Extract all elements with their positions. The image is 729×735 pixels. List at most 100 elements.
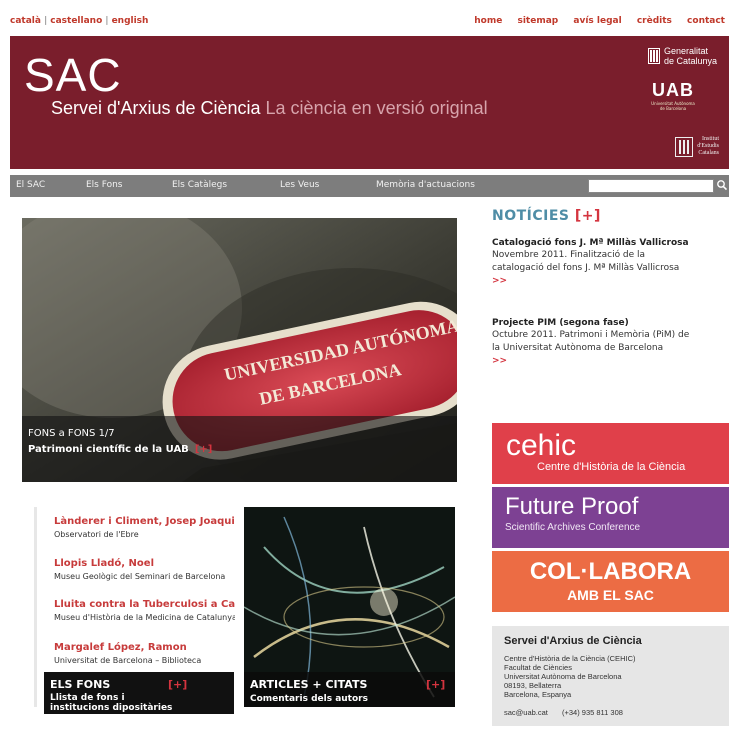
list-item[interactable]: Llopis Lladó, Noel Museu Geològic del Se… xyxy=(54,558,235,581)
els-fons-desc-line1: Llista de fons i xyxy=(50,693,125,703)
cehic-banner[interactable]: cehic Centre d'Història de la Ciència xyxy=(492,423,729,484)
lang-castellano-link[interactable]: castellano xyxy=(50,16,102,26)
contact-address-line: Centre d'Història de la Ciència (CEHIC) xyxy=(504,654,636,663)
site-tagline: Servei d'Arxius de Ciència La ciència en… xyxy=(51,98,488,119)
nav-item-els-cataleg[interactable]: Els Catàlegs xyxy=(172,180,227,190)
cehic-subtitle: Centre d'Història de la Ciència xyxy=(537,461,686,473)
nav-item-els-fons[interactable]: Els Fons xyxy=(86,180,123,190)
iec-logo[interactable]: Institut d'Estudis Catalans xyxy=(675,136,719,157)
search-icon[interactable] xyxy=(716,178,728,192)
contact-address-line: 08193, Bellaterra xyxy=(504,681,562,690)
els-fons-title: ELS FONS xyxy=(50,678,111,691)
generalitat-logo[interactable]: Generalitat de Catalunya xyxy=(647,46,717,66)
news-item: Projecte PIM (segona fase) Octubre 2011.… xyxy=(492,318,729,366)
news-item-body: Octubre 2011. Patrimoni i Memòria (PiM) … xyxy=(492,329,729,355)
articles-box: ARTICLES + CITATS [+] Comentaris dels au… xyxy=(244,672,455,707)
news-item-title[interactable]: Catalogació fons J. Mª Millàs Vallicrosa xyxy=(492,238,729,248)
site-logo[interactable]: SAC xyxy=(24,52,122,98)
list-item[interactable]: Lànderer i Climent, Josep Joaquim Observ… xyxy=(54,516,235,539)
hero-more-link[interactable]: [+] xyxy=(195,444,213,455)
search-input[interactable] xyxy=(588,179,714,193)
fons-institution: Universitat de Barcelona – Biblioteca xyxy=(54,656,202,665)
contact-address-line: Universitat Autònoma de Barcelona xyxy=(504,672,622,681)
articles-title: ARTICLES + CITATS xyxy=(250,678,368,691)
contact-link[interactable]: contact xyxy=(687,16,725,26)
legal-notice-link[interactable]: avís legal xyxy=(573,16,621,26)
iec-line1: Institut xyxy=(701,136,719,142)
news-read-more-link[interactable]: >> xyxy=(492,276,729,286)
news-panel: NOTÍCIES [+] Catalogació fons J. Mª Mill… xyxy=(492,208,729,366)
hero-slideshow[interactable]: UNIVERSIDAD AUTÓNOMA DE BARCELONA FONS a… xyxy=(22,218,457,482)
future-proof-subtitle: Scientific Archives Conference xyxy=(505,522,641,533)
lang-catala-link[interactable]: català xyxy=(10,16,41,26)
fons-institution: Museu d'Història de la Medicina de Catal… xyxy=(54,613,235,622)
contact-heading: Servei d'Arxius de Ciència xyxy=(504,635,642,647)
contact-phone: (+34) 935 811 308 xyxy=(561,708,623,717)
separator: | xyxy=(43,16,48,26)
contact-address-line: Barcelona, Espanya xyxy=(504,690,572,699)
uab-mark: UAB xyxy=(652,80,694,100)
contact-address-line: Facultat de Ciències xyxy=(504,663,572,672)
news-more-link[interactable]: [+] xyxy=(575,208,601,224)
site-banner: SAC Servei d'Arxius de Ciència La ciènci… xyxy=(10,36,729,169)
top-utility-bar: català | castellano | english home sitemap a… xyxy=(0,12,729,32)
uab-name-line2: de Barcelona xyxy=(659,106,687,111)
news-item: Catalogació fons J. Mª Millàs Vallicrosa… xyxy=(492,238,729,286)
utility-links: home sitemap avís legal crèdits contact xyxy=(462,16,725,26)
news-heading-text: NOTÍCIES xyxy=(492,208,570,224)
lang-english-link[interactable]: english xyxy=(112,16,149,26)
articles-panel[interactable]: ARTICLES + CITATS [+] Comentaris dels au… xyxy=(244,507,455,707)
nav-item-el-sac[interactable]: El SAC xyxy=(16,180,45,190)
els-fons-box[interactable]: ELS FONS [+] Llista de fons i institucio… xyxy=(44,672,234,714)
news-item-body: Novembre 2011. Finalització de la catalo… xyxy=(492,249,729,275)
tagline-secondary: La ciència en versió original xyxy=(260,98,488,118)
collabora-banner[interactable]: COL·LABORA AMB EL SAC xyxy=(492,551,729,612)
list-item[interactable]: Lluita contra la Tuberculosi a Catalunya… xyxy=(54,599,235,622)
collabora-title: COL·LABORA xyxy=(529,558,692,585)
main-nav: El SAC Els Fons Els Catàlegs Les Veus Me… xyxy=(10,175,729,197)
news-item-title[interactable]: Projecte PIM (segona fase) xyxy=(492,318,729,328)
generalitat-emblem-icon xyxy=(647,48,660,64)
news-item-body-line: Octubre 2011. Patrimoni i Memòria (PiM) … xyxy=(492,330,690,340)
news-item-body-line: catalogació del fons J. Mª Millàs Vallic… xyxy=(492,263,680,273)
nav-item-memoria[interactable]: Memòria d'actuacions xyxy=(376,180,475,190)
iec-line3: Catalans xyxy=(698,150,719,156)
home-link[interactable]: home xyxy=(474,16,502,26)
fons-name[interactable]: Llopis Lladó, Noel xyxy=(54,558,235,569)
iec-emblem-icon xyxy=(675,136,694,157)
generalitat-line2: de Catalunya xyxy=(663,56,717,66)
generalitat-line1: Generalitat xyxy=(663,46,708,56)
news-item-body-line: Novembre 2011. Finalització de la xyxy=(492,250,646,260)
sitemap-link[interactable]: sitemap xyxy=(517,16,558,26)
fons-name[interactable]: Margalef López, Ramon xyxy=(54,642,235,653)
els-fons-desc-line2: institucions dipositàries xyxy=(50,703,173,713)
articles-desc: Comentaris dels autors xyxy=(250,694,368,704)
credits-link[interactable]: crèdits xyxy=(637,16,672,26)
separator: | xyxy=(105,16,109,26)
articles-more-link[interactable]: [+] xyxy=(426,678,445,691)
list-item[interactable]: Margalef López, Ramon Universitat de Bar… xyxy=(54,642,235,665)
iec-line2: d'Estudis xyxy=(697,143,719,149)
future-proof-title: Future Proof xyxy=(505,493,639,520)
tagline-main: Servei d'Arxius de Ciència xyxy=(51,98,261,118)
fons-name[interactable]: Lànderer i Climent, Josep Joaquim xyxy=(54,516,235,527)
cehic-title: cehic xyxy=(506,429,577,462)
future-proof-banner[interactable]: Future Proof Scientific Archives Confere… xyxy=(492,487,729,548)
news-read-more-link[interactable]: >> xyxy=(492,356,729,366)
contact-email-link[interactable]: sac@uab.cat xyxy=(504,708,548,717)
els-fons-more-link[interactable]: [+] xyxy=(168,678,187,691)
contact-info-line: sac@uab.cat (+34) 935 811 308 xyxy=(504,708,623,717)
hero-caption: FONS a FONS 1/7 Patrimoni científic de l… xyxy=(22,416,457,482)
hero-slide-label: FONS a FONS 1/7 xyxy=(28,428,115,439)
page: català | castellano | english home sitemap a… xyxy=(0,0,729,735)
list-rule xyxy=(34,507,37,707)
hero-title-text[interactable]: Patrimoni científic de la UAB xyxy=(28,444,189,455)
fons-name[interactable]: Lluita contra la Tuberculosi a Catalunya xyxy=(54,599,235,610)
language-switcher: català | castellano | english xyxy=(10,16,148,26)
news-item-body-line: la Universitat Autònoma de Barcelona xyxy=(492,343,664,353)
news-heading: NOTÍCIES [+] xyxy=(492,208,729,224)
contact-box: Servei d'Arxius de Ciència Centre d'Hist… xyxy=(492,626,729,726)
hero-slide-title: Patrimoni científic de la UAB [+] xyxy=(28,444,212,455)
uab-logo[interactable]: UAB Universitat Autònoma de Barcelona xyxy=(637,80,709,111)
nav-item-les-veus[interactable]: Les Veus xyxy=(280,180,319,190)
